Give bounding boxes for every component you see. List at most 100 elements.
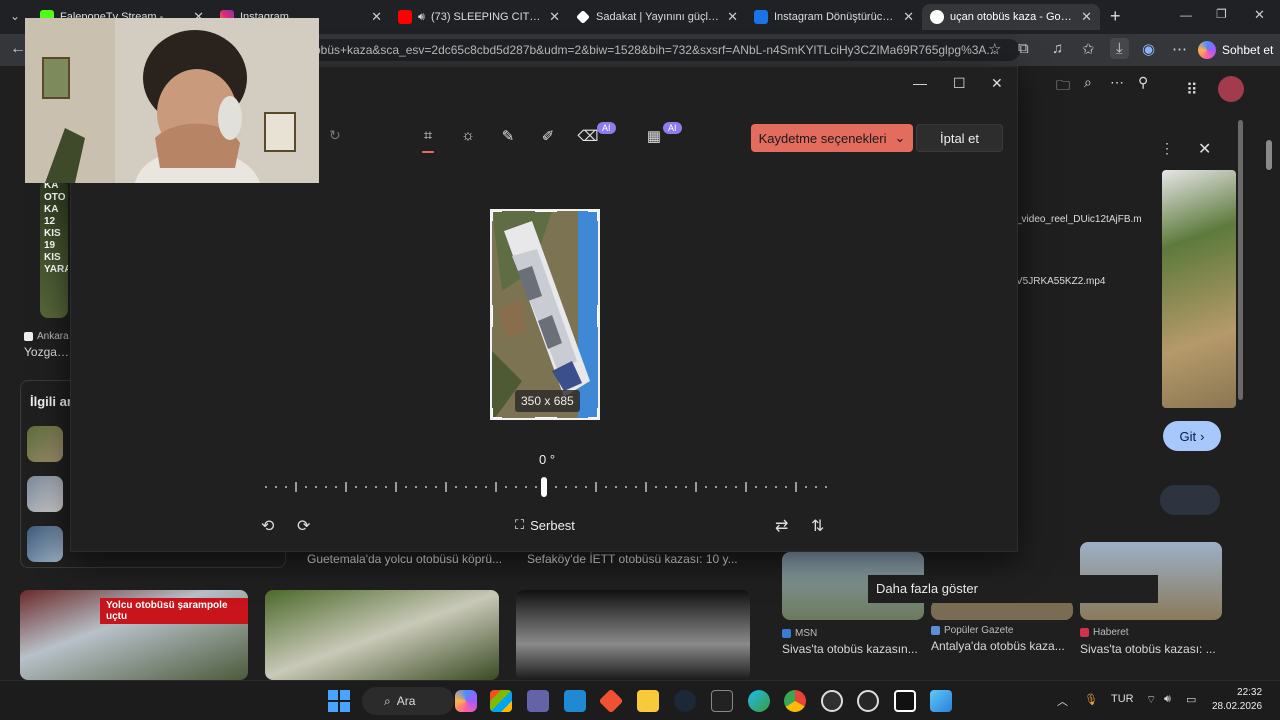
- read-aloud-icon[interactable]: ♫: [1052, 40, 1063, 57]
- tab-youtube[interactable]: 🔊︎ (73) SLEEPING CITY FUNK ✕: [390, 4, 568, 30]
- crop-handle-top-left[interactable]: [492, 211, 502, 221]
- apps-grid-icon[interactable]: ⠿: [1186, 80, 1198, 100]
- microsoft-store-icon[interactable]: [490, 690, 512, 712]
- restore-window-icon[interactable]: ❐: [1216, 7, 1227, 21]
- copilot-chat-button[interactable]: Sohbet et: [1198, 38, 1273, 62]
- close-window-icon[interactable]: ✕: [1254, 7, 1265, 23]
- markup-highlighter-icon[interactable]: ✎: [497, 127, 519, 145]
- close-tab-icon[interactable]: ✕: [371, 9, 382, 25]
- sidebar-search-icon[interactable]: ⌕: [1084, 74, 1092, 91]
- download-item[interactable]: V5JRKA55KZ2.mp4: [1016, 276, 1106, 287]
- result-thumbnail[interactable]: [931, 600, 1073, 620]
- back-arrow-icon[interactable]: ←: [10, 40, 26, 58]
- crop-handle-bottom[interactable]: [535, 417, 557, 418]
- editor-maximize-icon[interactable]: ☐: [953, 75, 966, 92]
- rotate-left-icon[interactable]: ⟲: [261, 516, 274, 536]
- ai-erase-icon[interactable]: ⌫: [577, 127, 599, 145]
- crop-handle-bottom-right[interactable]: [588, 408, 598, 418]
- ai-background-blur-icon[interactable]: ▦: [643, 127, 665, 145]
- media-player-icon[interactable]: [857, 690, 879, 712]
- cancel-button[interactable]: İptal et: [916, 124, 1003, 152]
- crop-handle-bottom-left[interactable]: [492, 408, 502, 418]
- epic-games-icon[interactable]: [711, 690, 733, 712]
- panel-more-icon[interactable]: ⋮: [1160, 140, 1174, 157]
- battery-icon[interactable]: ▭: [1186, 693, 1196, 706]
- related-thumb[interactable]: [27, 476, 63, 512]
- close-tab-icon[interactable]: ✕: [549, 9, 560, 25]
- crop-handle-right[interactable]: [597, 305, 598, 327]
- show-more-button[interactable]: Daha fazla göster: [868, 575, 1158, 603]
- downloads-icon[interactable]: ⤓: [1110, 38, 1129, 59]
- result-caption[interactable]: Antalya'da otobüs kaza...: [931, 639, 1071, 653]
- editor-close-icon[interactable]: ✕: [991, 75, 1003, 92]
- close-tab-icon[interactable]: ✕: [727, 9, 738, 25]
- edge-icon[interactable]: [748, 690, 770, 712]
- result-caption[interactable]: Yozgat'ta: [24, 345, 70, 359]
- redo-icon[interactable]: ↻: [329, 127, 341, 144]
- result-caption[interactable]: Sefaköy'de İETT otobüsü kazası: 10 y...: [527, 552, 747, 566]
- panel-close-icon[interactable]: ✕: [1198, 139, 1211, 159]
- git-app-icon[interactable]: [598, 688, 624, 714]
- photos-app-icon[interactable]: [930, 690, 952, 712]
- crop-tool-icon[interactable]: ⌗: [417, 127, 439, 144]
- new-tab-icon[interactable]: +: [1110, 6, 1121, 27]
- tray-overflow-icon[interactable]: ︿: [1057, 693, 1068, 709]
- speaker-icon[interactable]: 🔊︎: [418, 11, 425, 24]
- flip-horizontal-icon[interactable]: ⇄: [775, 516, 788, 536]
- tab-instagram-converter[interactable]: Instagram Dönüştürücü - Insta... ✕: [746, 4, 922, 30]
- result-caption[interactable]: Sivas'ta otobüs kazası: ...: [1080, 642, 1220, 656]
- crop-handle-top-right[interactable]: [588, 211, 598, 221]
- tab-google-search[interactable]: uçan otobüs kaza - Google'da... ✕: [922, 4, 1100, 30]
- related-thumb[interactable]: [27, 426, 63, 462]
- sidebar-more-icon[interactable]: ⋯: [1110, 74, 1124, 91]
- pin-icon[interactable]: ⚲: [1138, 74, 1148, 91]
- panel-action-pill[interactable]: [1160, 485, 1220, 515]
- clock[interactable]: 22:32 28.02.2026: [1212, 686, 1262, 714]
- input-language[interactable]: TUR: [1111, 693, 1134, 705]
- account-avatar[interactable]: [1218, 76, 1244, 102]
- minimize-window-icon[interactable]: —: [1180, 8, 1192, 22]
- editor-minimize-icon[interactable]: —: [913, 75, 927, 91]
- result-thumbnail[interactable]: [265, 590, 499, 680]
- tab-list-chevron-icon[interactable]: ⌄: [10, 9, 20, 23]
- more-menu-icon[interactable]: ⋯: [1172, 40, 1187, 58]
- aspect-ratio-button[interactable]: ⛶ Serbest: [515, 517, 575, 533]
- close-tab-icon[interactable]: ✕: [1081, 9, 1092, 25]
- git-button[interactable]: Git ›: [1163, 421, 1221, 451]
- rotation-slider-thumb[interactable]: [541, 477, 547, 497]
- sidebar-folder-icon[interactable]: 🗀︎: [1056, 75, 1070, 99]
- file-explorer-icon[interactable]: [637, 690, 659, 712]
- download-item[interactable]: _video_reel_DUic12tAjFB.m: [1016, 214, 1142, 225]
- obs-icon[interactable]: [821, 690, 843, 712]
- related-thumb[interactable]: [27, 526, 63, 562]
- url-input[interactable]: obüs+kaza&sca_esv=2dc65c8cbd5d287b&udm=2…: [300, 39, 1020, 61]
- flip-vertical-icon[interactable]: ⇅: [811, 516, 824, 536]
- profile-icon[interactable]: ◉: [1142, 40, 1155, 58]
- brightness-adjust-icon[interactable]: ☼: [457, 127, 479, 144]
- favorite-star-icon[interactable]: ☆: [988, 40, 1001, 58]
- volume-icon[interactable]: 🔊︎: [1164, 693, 1171, 706]
- microphone-icon[interactable]: 🎙︎: [1084, 693, 1098, 706]
- wifi-icon[interactable]: ⌔: [1146, 693, 1156, 707]
- capcut-icon[interactable]: [894, 690, 916, 712]
- extensions-icon[interactable]: ⧉: [1018, 40, 1029, 57]
- panel-scrollbar[interactable]: [1238, 120, 1243, 400]
- draw-pen-icon[interactable]: ✐: [537, 127, 559, 145]
- teams-icon[interactable]: [527, 690, 549, 712]
- result-caption[interactable]: Guetemala'da yolcu otobüsü köprü...: [307, 552, 507, 566]
- page-scrollbar[interactable]: [1266, 140, 1272, 170]
- result-thumbnail[interactable]: [516, 590, 750, 680]
- start-windows-icon[interactable]: [328, 690, 350, 712]
- preview-image[interactable]: [1162, 170, 1236, 408]
- rotation-slider[interactable]: [261, 477, 831, 497]
- tab-sadakat[interactable]: Sadakat | Yayınını güçlendirme... ✕: [568, 4, 746, 30]
- favorites-icon[interactable]: ✩: [1082, 40, 1095, 58]
- taskbar-search[interactable]: ⌕ Ara: [362, 687, 454, 715]
- result-thumbnail[interactable]: Yolcu otobüsü şarampole uçtu: [20, 590, 248, 680]
- save-options-button[interactable]: Kaydetme seçenekleri ⌄: [751, 124, 913, 152]
- result-caption[interactable]: Sivas'ta otobüs kazasın...: [782, 642, 922, 656]
- crop-image-canvas[interactable]: [490, 209, 600, 420]
- steam-icon[interactable]: [674, 690, 696, 712]
- copilot-app-icon[interactable]: [455, 690, 477, 712]
- vscode-icon[interactable]: [564, 690, 586, 712]
